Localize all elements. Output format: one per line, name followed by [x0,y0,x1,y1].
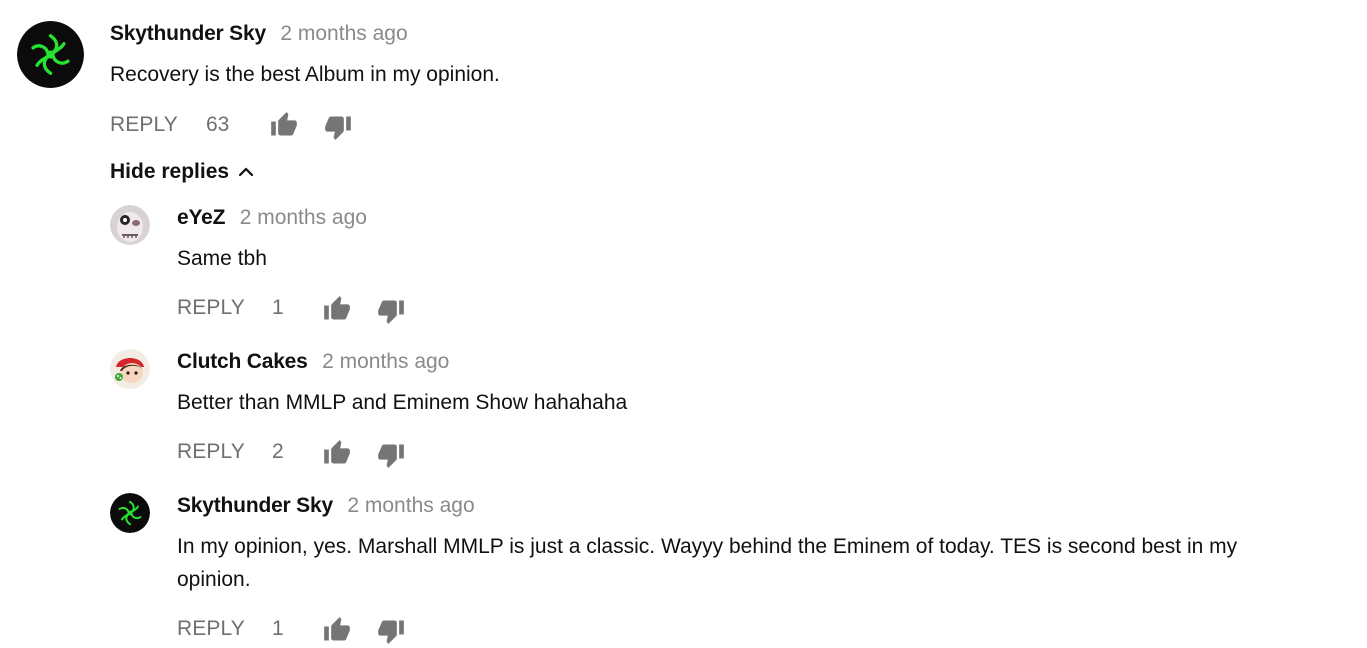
thumbs-up-icon[interactable] [323,295,351,323]
comment-text: Better than MMLP and Eminem Show hahahah… [177,391,628,414]
timestamp[interactable]: 2 months ago [240,206,367,229]
comment-actions: REPLY [110,110,178,140]
chevron-up-icon [238,167,254,177]
timestamp[interactable]: 2 months ago [322,350,449,373]
like-count: 63 [206,113,230,136]
avatar[interactable] [17,21,84,88]
timestamp[interactable]: 2 months ago [347,494,474,517]
comment-actions: REPLY [177,614,245,644]
comment-header: Skythunder Sky 2 months ago [177,494,475,518]
thumbs-down-icon[interactable] [377,617,405,645]
reply-button[interactable]: REPLY [110,113,178,137]
comment-actions: REPLY [177,293,245,323]
comment-text: Recovery is the best Album in my opinion… [110,63,500,86]
reply-button[interactable]: REPLY [177,296,245,320]
hide-replies-label: Hide replies [110,160,230,183]
thumbs-up-icon[interactable] [270,111,298,139]
thumbs-down-icon[interactable] [377,297,405,325]
author-name[interactable]: Skythunder Sky [110,22,266,45]
author-name[interactable]: eYeZ [177,206,225,229]
comment-text-line-2: opinion. [177,568,251,591]
comment-header: eYeZ 2 months ago [177,206,367,230]
author-name[interactable]: Skythunder Sky [177,494,333,517]
comment-actions: REPLY [177,437,245,467]
like-count: 1 [272,296,284,319]
avatar[interactable] [110,493,150,533]
author-name[interactable]: Clutch Cakes [177,350,308,373]
razer-logo-icon [17,21,84,88]
thumbs-down-icon[interactable] [324,113,352,141]
comment-header: Skythunder Sky 2 months ago [110,22,408,46]
thumbs-down-icon[interactable] [377,441,405,469]
hide-replies-button[interactable]: Hide replies [110,160,255,184]
avatar[interactable] [110,205,150,245]
thumbs-up-icon[interactable] [323,616,351,644]
skull-avatar-icon [110,205,150,245]
like-count: 2 [272,440,284,463]
reply-button[interactable]: REPLY [177,617,245,641]
avatar[interactable] [110,349,150,389]
comment-text: Same tbh [177,247,267,270]
like-count: 1 [272,617,284,640]
mario-avatar-icon [110,349,150,389]
thumbs-up-icon[interactable] [323,439,351,467]
comment-header: Clutch Cakes 2 months ago [177,350,449,374]
razer-logo-icon [110,493,150,533]
timestamp[interactable]: 2 months ago [280,22,407,45]
reply-button[interactable]: REPLY [177,440,245,464]
comment-text-line-1: In my opinion, yes. Marshall MMLP is jus… [177,535,1238,558]
